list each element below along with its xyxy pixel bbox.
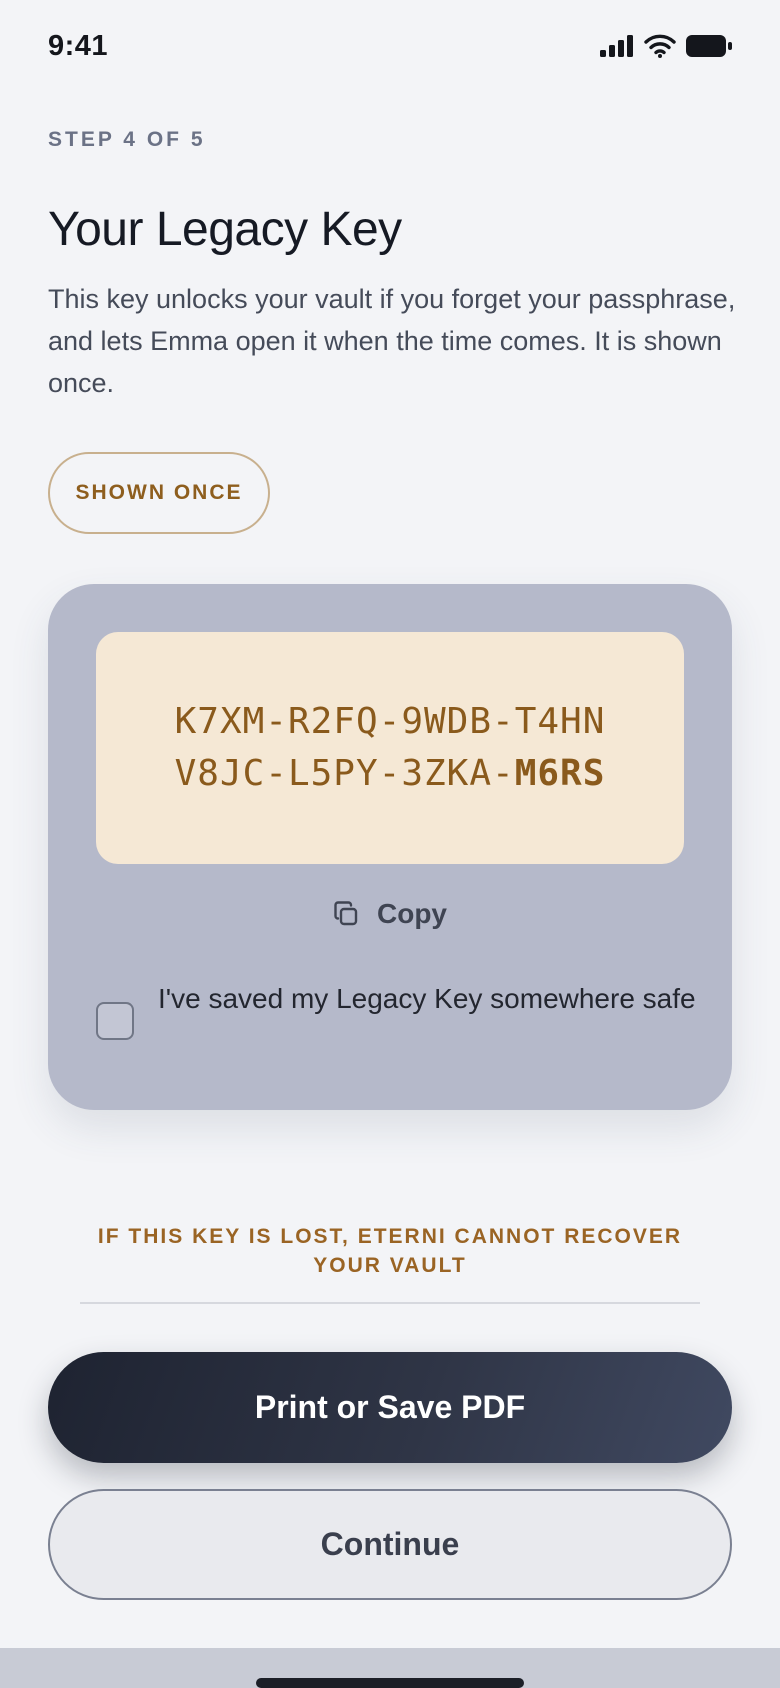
cellular-signal-icon xyxy=(600,35,634,57)
saved-key-confirmation[interactable]: I've saved my Legacy Key somewhere safe xyxy=(96,978,696,1040)
continue-button[interactable]: Continue xyxy=(48,1489,732,1600)
shown-once-badge: SHOWN ONCE xyxy=(48,452,270,534)
legacy-key-line-2-emphasis: M6RS xyxy=(514,753,606,794)
legacy-key-card: K7XM-R2FQ-9WDB-T4HN V8JC-L5PY-3ZKA-M6RS … xyxy=(48,584,732,1110)
divider xyxy=(80,1302,700,1304)
legacy-key-display: K7XM-R2FQ-9WDB-T4HN V8JC-L5PY-3ZKA-M6RS xyxy=(96,632,684,864)
print-or-save-pdf-button[interactable]: Print or Save PDF xyxy=(48,1352,732,1463)
legacy-key-line-2-segment: V8JC-L5PY-3ZKA- xyxy=(174,753,515,794)
wifi-icon xyxy=(644,34,676,58)
battery-icon xyxy=(686,35,732,57)
legacy-key-line-2: V8JC-L5PY-3ZKA-M6RS xyxy=(175,748,606,800)
step-indicator: STEP 4 OF 5 xyxy=(48,128,206,151)
status-bar: 9:41 xyxy=(0,0,780,95)
legacy-key-screen: 9:41 STEP 4 OF 5 Your Legacy Key This ke… xyxy=(0,0,780,1688)
saved-key-checkbox-label: I've saved my Legacy Key somewhere safe xyxy=(158,983,696,1014)
legacy-key-line-1: K7XM-R2FQ-9WDB-T4HN xyxy=(174,701,606,742)
saved-key-checkbox[interactable] xyxy=(96,1002,134,1040)
key-loss-warning: IF THIS KEY IS LOST, ETERNI CANNOT RECOV… xyxy=(97,1225,683,1277)
home-indicator[interactable] xyxy=(256,1678,524,1688)
home-indicator-area xyxy=(0,1648,780,1688)
status-icons xyxy=(600,34,732,58)
status-time: 9:41 xyxy=(48,30,109,62)
copy-key-button[interactable]: Copy xyxy=(48,884,732,944)
page-description: This key unlocks your vault if you forge… xyxy=(48,284,736,398)
page-title: Your Legacy Key xyxy=(48,203,402,256)
copy-icon xyxy=(333,901,359,927)
copy-key-label: Copy xyxy=(377,898,447,929)
